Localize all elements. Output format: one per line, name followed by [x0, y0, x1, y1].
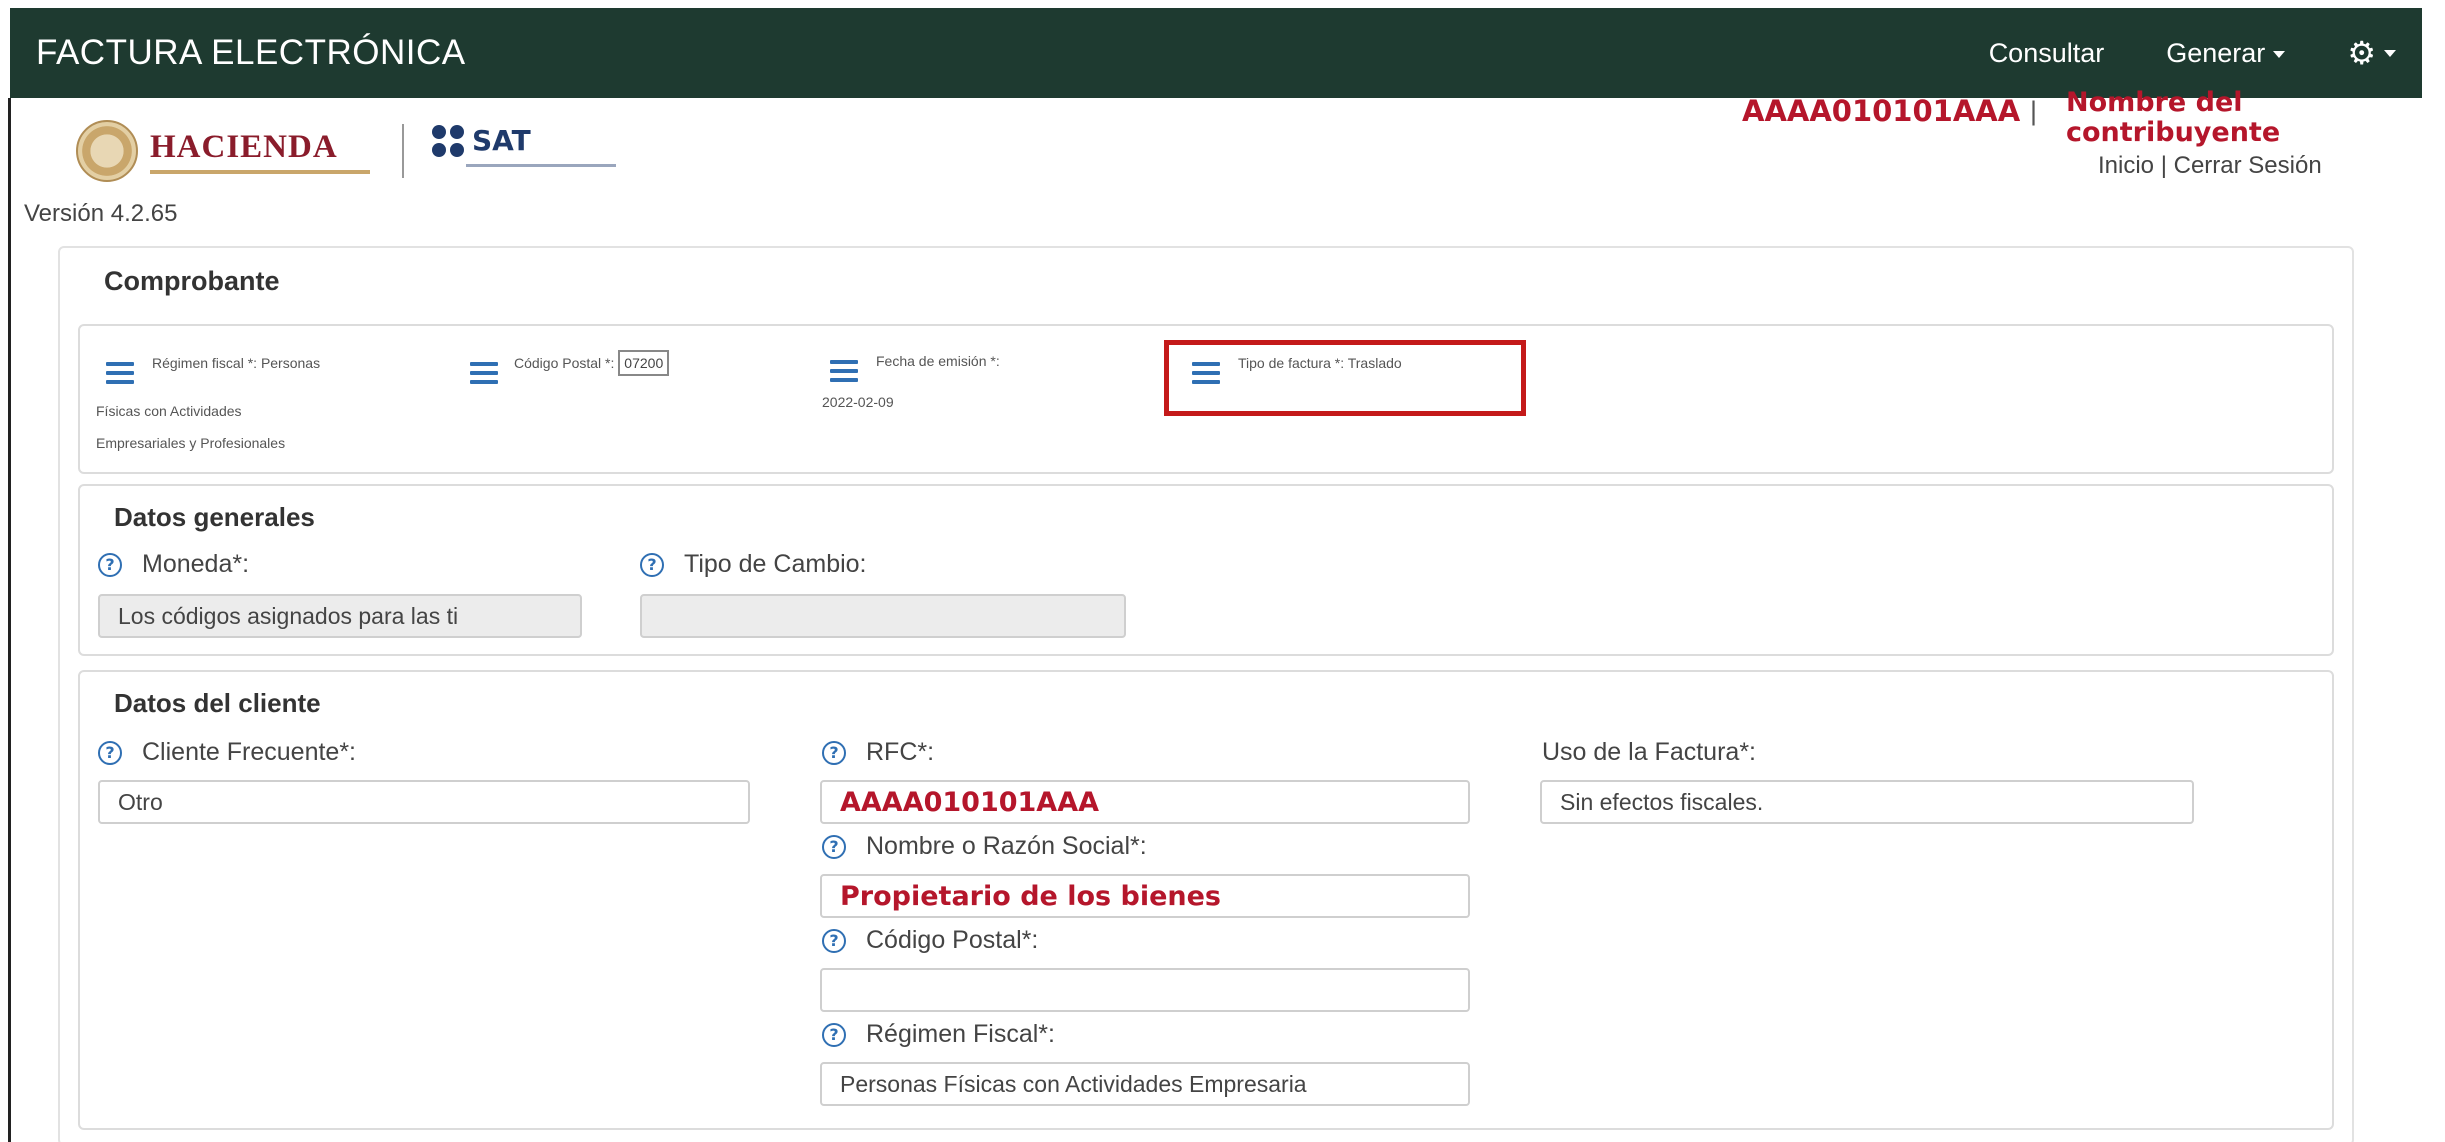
rfc-input[interactable]: AAAA010101AAA	[820, 780, 1470, 824]
user-links: Inicio | Cerrar Sesión	[2098, 152, 2322, 180]
top-navbar: FACTURA ELECTRÓNICA Consultar Generar ⚙	[10, 8, 2422, 98]
sat-subline	[466, 164, 616, 167]
version-label: Versión 4.2.65	[24, 200, 178, 227]
consultar-menu[interactable]: Consultar	[1989, 38, 2105, 69]
gear-icon: ⚙	[2347, 35, 2376, 71]
rfc-label-row: ? RFC*:	[822, 738, 934, 767]
help-icon[interactable]: ?	[822, 1022, 846, 1047]
tipo-cambio-label-row: ? Tipo de Cambio:	[640, 550, 867, 579]
app-title: FACTURA ELECTRÓNICA	[36, 33, 466, 72]
generar-menu[interactable]: Generar	[2166, 37, 2286, 69]
mexico-seal-icon	[76, 120, 138, 182]
chevron-down-icon	[2273, 50, 2286, 58]
sat-dots-icon	[432, 124, 464, 157]
help-icon[interactable]: ?	[640, 552, 664, 577]
generar-label: Generar	[2166, 37, 2266, 68]
tipo-cambio-field[interactable]	[640, 594, 1126, 638]
menu-icon[interactable]	[470, 362, 498, 389]
help-icon[interactable]: ?	[822, 928, 846, 953]
fecha-emision-value: 2022-02-09	[822, 394, 894, 410]
regimen-value-3: Empresariales y Profesionales	[96, 435, 286, 451]
regimen-value-1: Personas	[260, 355, 321, 371]
help-icon[interactable]: ?	[98, 740, 122, 765]
help-icon[interactable]: ?	[822, 834, 846, 859]
moneda-select[interactable]: Los códigos asignados para las ti	[98, 594, 582, 638]
cliente-frecuente-label-row: ? Cliente Frecuente*:	[98, 738, 356, 767]
help-icon[interactable]: ?	[822, 740, 846, 765]
comprobante-title: Comprobante	[104, 266, 280, 296]
cerrar-sesion-link[interactable]: Cerrar Sesión	[2174, 152, 2322, 179]
cliente-frecuente-select[interactable]: Otro	[98, 780, 750, 824]
inicio-link[interactable]: Inicio	[2098, 152, 2154, 179]
nombre-label-row: ? Nombre o Razón Social*:	[822, 832, 1147, 861]
tipo-factura-highlight	[1164, 340, 1526, 416]
settings-menu[interactable]: ⚙	[2347, 34, 2396, 72]
hacienda-wordmark: HACIENDA	[150, 128, 338, 165]
regimen-fiscal-label: Régimen Fiscal*:	[866, 1020, 1055, 1048]
help-icon[interactable]: ?	[98, 552, 122, 577]
user-rfc: AAAA010101AAA	[1742, 94, 2021, 128]
regimen-fiscal-label-row: ? Régimen Fiscal*:	[822, 1020, 1055, 1049]
datos-cliente-title: Datos del cliente	[114, 688, 321, 718]
moneda-label: Moneda*:	[142, 550, 250, 578]
hacienda-logo: HACIENDA	[76, 120, 370, 182]
page-left-border	[8, 98, 11, 1142]
regimen-value-2: Físicas con Actividades	[96, 403, 242, 419]
cp-label-row: ? Código Postal*:	[822, 926, 1038, 955]
sat-wordmark: SAT	[472, 124, 531, 157]
nombre-label: Nombre o Razón Social*:	[866, 832, 1147, 860]
datos-generales-title: Datos generales	[114, 502, 315, 532]
menu-icon[interactable]	[830, 360, 858, 387]
fecha-emision-label: Fecha de emisión *:	[876, 353, 1000, 369]
link-separator: |	[2154, 152, 2174, 179]
regimen-fiscal-summary: Régimen fiscal *: Personas	[152, 346, 320, 380]
tipo-cambio-label: Tipo de Cambio:	[684, 550, 867, 578]
cp-label: Código Postal*:	[866, 926, 1039, 954]
menu-icon[interactable]	[106, 362, 134, 389]
rfc-label: RFC*:	[866, 738, 935, 766]
logo-divider	[402, 124, 404, 178]
chevron-down-icon	[2384, 49, 2396, 57]
moneda-label-row: ? Moneda*:	[98, 550, 249, 579]
sat-logo: SAT	[432, 124, 531, 157]
codigo-postal-input[interactable]	[820, 968, 1470, 1012]
uso-factura-label: Uso de la Factura*:	[1542, 738, 1756, 766]
cliente-frecuente-label: Cliente Frecuente*:	[142, 738, 357, 766]
codigo-postal-value: 07200	[618, 350, 670, 376]
nombre-razon-social-input[interactable]: Propietario de los bienes	[820, 874, 1470, 918]
hacienda-subline	[150, 169, 370, 174]
codigo-postal-label: Código Postal *:	[514, 355, 615, 371]
regimen-fiscal-select[interactable]: Personas Físicas con Actividades Empresa…	[820, 1062, 1470, 1106]
regimen-label: Régimen fiscal *:	[152, 355, 258, 371]
user-separator: |	[2030, 96, 2038, 126]
user-name: Nombre del contribuyente	[2066, 87, 2281, 148]
uso-factura-select[interactable]: Sin efectos fiscales.	[1540, 780, 2194, 824]
codigo-postal-summary: Código Postal *: 07200	[514, 346, 670, 380]
